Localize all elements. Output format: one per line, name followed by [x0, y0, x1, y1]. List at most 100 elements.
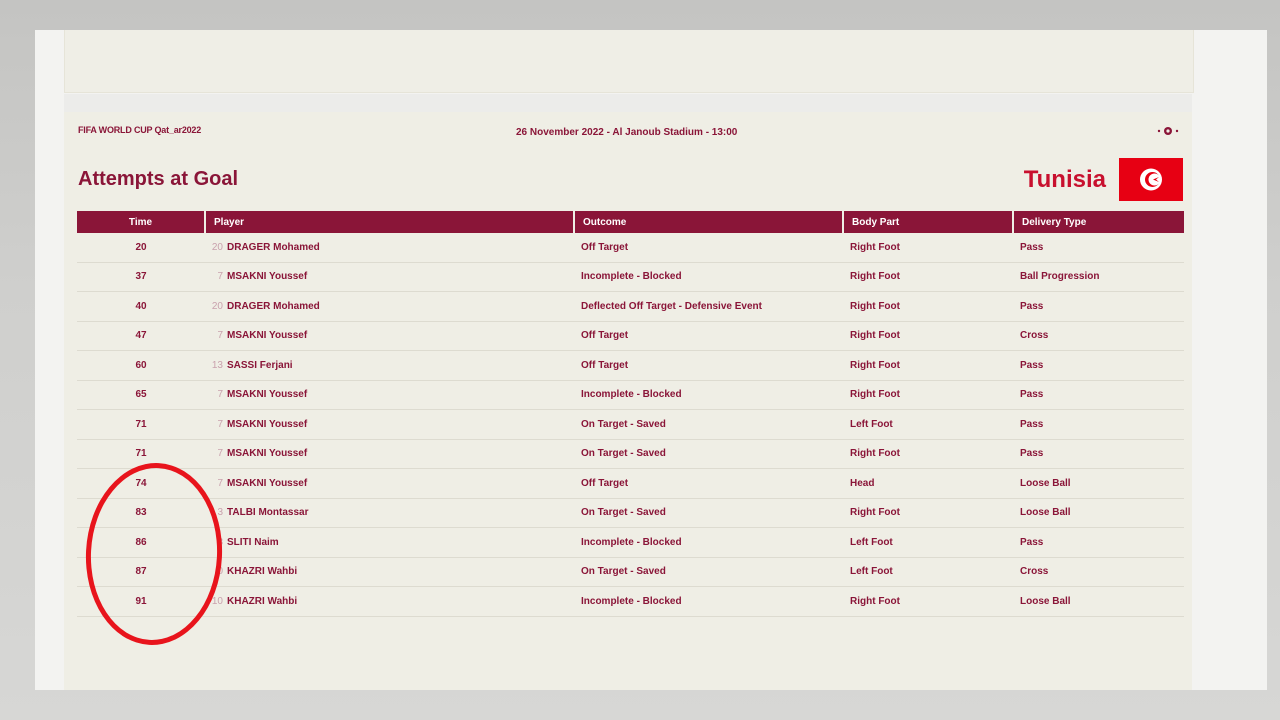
player-cell: 10 KHAZRI Wahbi: [205, 586, 574, 617]
time-cell: 65: [77, 380, 205, 410]
column-header-body-part: Body Part: [843, 211, 1014, 233]
player-name: MSAKNI Youssef: [227, 271, 308, 283]
table-row: 47 7 MSAKNI Youssef Off Target Right Foot Cro…: [77, 321, 1184, 351]
player-name: TALBI Montassar: [227, 507, 309, 519]
body-part-cell: Left Foot: [843, 409, 1013, 440]
match-info: 26 November 2022 - Al Janoub Stadium - 1…: [516, 127, 738, 138]
outcome-cell: Deflected Off Target - Defensive Event: [574, 291, 843, 322]
body-part-cell: Right Foot: [843, 262, 1013, 292]
body-part-cell: Left Foot: [843, 557, 1013, 587]
delivery-type-cell: Pass: [1013, 409, 1184, 440]
delivery-type-cell: Pass: [1013, 291, 1184, 322]
table-row: 87 0 KHAZRI Wahbi On Target - Saved Left Foo…: [77, 557, 1184, 587]
delivery-type-cell: Pass: [1013, 380, 1184, 410]
outcome-cell: Incomplete - Blocked: [574, 586, 843, 617]
outcome-cell: Off Target: [574, 321, 843, 351]
outcome-cell: Off Target: [574, 233, 843, 263]
player-number: 7: [217, 389, 223, 401]
time-cell: 60: [77, 350, 205, 381]
outcome-cell: Off Target: [574, 350, 843, 381]
player-cell: 3 TALBI Montassar: [205, 498, 574, 528]
body-part-cell: Head: [843, 468, 1013, 499]
body-part-cell: Right Foot: [843, 233, 1013, 263]
player-name: DRAGER Mohamed: [227, 300, 320, 312]
time-cell: 71: [77, 409, 205, 440]
body-part-cell: Right Foot: [843, 380, 1013, 410]
player-cell: 0 KHAZRI Wahbi: [205, 557, 574, 587]
table-header-row: Time Player Outcome Body Part Delivery T…: [77, 211, 1184, 233]
attempts-table: Time Player Outcome Body Part Delivery T…: [77, 211, 1184, 617]
delivery-type-cell: Pass: [1013, 527, 1184, 558]
body-part-cell: Right Foot: [843, 586, 1013, 617]
player-name: KHAZRI Wahbi: [227, 595, 298, 607]
page-title: Attempts at Goal: [78, 168, 239, 190]
player-number: 7: [217, 448, 223, 460]
player-number: 20: [211, 241, 223, 253]
player-name: MSAKNI Youssef: [227, 448, 308, 460]
options-icon[interactable]: [1156, 125, 1180, 137]
body-part-cell: Left Foot: [843, 527, 1013, 558]
delivery-type-cell: Pass: [1013, 439, 1184, 469]
player-number: 20: [211, 300, 223, 312]
delivery-type-cell: Cross: [1013, 321, 1184, 351]
column-header-time: Time: [77, 211, 206, 233]
table-row: 83 3 TALBI Montassar On Target - Saved Right…: [77, 498, 1184, 528]
player-number: 7: [217, 271, 223, 283]
outcome-cell: On Target - Saved: [574, 439, 843, 469]
player-cell: 7 MSAKNI Youssef: [205, 439, 574, 469]
table-row: 86 3 SLITI Naim Incomplete - Blocked Left Fo…: [77, 527, 1184, 558]
player-number: 13: [211, 359, 223, 371]
outcome-cell: Incomplete - Blocked: [574, 262, 843, 292]
time-cell: 47: [77, 321, 205, 351]
player-name: KHAZRI Wahbi: [227, 566, 298, 578]
player-cell: 7 MSAKNI Youssef: [205, 380, 574, 410]
player-cell: 7 MSAKNI Youssef: [205, 409, 574, 440]
delivery-type-cell: Loose Ball: [1013, 586, 1184, 617]
player-cell: 13 SASSI Ferjani: [205, 350, 574, 381]
delivery-type-cell: Pass: [1013, 233, 1184, 263]
outcome-cell: Off Target: [574, 468, 843, 499]
page-gap: [64, 94, 1192, 112]
player-cell: 3 SLITI Naim: [205, 527, 574, 558]
player-name: MSAKNI Youssef: [227, 389, 308, 401]
previous-page-card: [64, 30, 1194, 93]
column-header-delivery-type: Delivery Type: [1013, 211, 1184, 233]
outcome-cell: On Target - Saved: [574, 557, 843, 587]
outcome-cell: Incomplete - Blocked: [574, 380, 843, 410]
table-row: 74 7 MSAKNI Youssef Off Target Head Loose Bal…: [77, 468, 1184, 499]
time-cell: 37: [77, 262, 205, 292]
player-number: 7: [217, 418, 223, 430]
player-name: SLITI Naim: [227, 536, 279, 548]
player-name: MSAKNI Youssef: [227, 477, 308, 489]
delivery-type-cell: Loose Ball: [1013, 468, 1184, 499]
player-number: 7: [217, 330, 223, 342]
column-header-player: Player: [205, 211, 575, 233]
player-name: MSAKNI Youssef: [227, 418, 308, 430]
table-row: 37 7 MSAKNI Youssef Incomplete - Blocked Rig…: [77, 262, 1184, 292]
delivery-type-cell: Cross: [1013, 557, 1184, 587]
outcome-cell: On Target - Saved: [574, 409, 843, 440]
column-header-outcome: Outcome: [574, 211, 844, 233]
delivery-type-cell: Pass: [1013, 350, 1184, 381]
player-cell: 20 DRAGER Mohamed: [205, 233, 574, 263]
body-part-cell: Right Foot: [843, 291, 1013, 322]
player-name: SASSI Ferjani: [227, 359, 293, 371]
body-part-cell: Right Foot: [843, 498, 1013, 528]
player-number: 7: [217, 477, 223, 489]
player-cell: 7 MSAKNI Youssef: [205, 262, 574, 292]
table-row: 65 7 MSAKNI Youssef Incomplete - Blocked Rig…: [77, 380, 1184, 410]
player-name: MSAKNI Youssef: [227, 330, 308, 342]
report-page: FIFA WORLD CUP Qat_ar2022 26 November 20…: [64, 112, 1192, 690]
body-part-cell: Right Foot: [843, 350, 1013, 381]
delivery-type-cell: Loose Ball: [1013, 498, 1184, 528]
body-part-cell: Right Foot: [843, 321, 1013, 351]
table-row: 91 10 KHAZRI Wahbi Incomplete - Blocked Righ…: [77, 586, 1184, 617]
table-row: 60 13 SASSI Ferjani Off Target Right Foot Pas…: [77, 350, 1184, 381]
player-name: DRAGER Mohamed: [227, 241, 320, 253]
delivery-type-cell: Ball Progression: [1013, 262, 1184, 292]
time-cell: 40: [77, 291, 205, 322]
table-row: 71 7 MSAKNI Youssef On Target - Saved Left F…: [77, 409, 1184, 440]
player-cell: 20 DRAGER Mohamed: [205, 291, 574, 322]
table-row: 40 20 DRAGER Mohamed Deflected Off Target -…: [77, 291, 1184, 322]
time-cell: 20: [77, 233, 205, 263]
